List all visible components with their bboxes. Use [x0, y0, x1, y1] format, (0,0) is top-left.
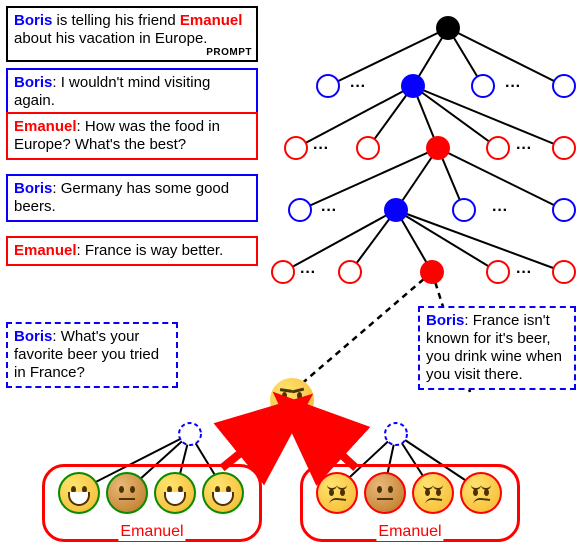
unamused-face-icon: [462, 474, 500, 512]
neutral-face-icon: [108, 474, 146, 512]
rater-name: Emanuel: [376, 523, 443, 541]
unamused-face-icon: [318, 474, 356, 512]
grinning-face-icon: [204, 474, 242, 512]
grinning-face-icon: [156, 474, 194, 512]
neutral-face-icon: [366, 474, 404, 512]
grinning-face-icon: [60, 474, 98, 512]
unamused-face-icon: [414, 474, 452, 512]
rater-name: Emanuel: [118, 523, 185, 541]
